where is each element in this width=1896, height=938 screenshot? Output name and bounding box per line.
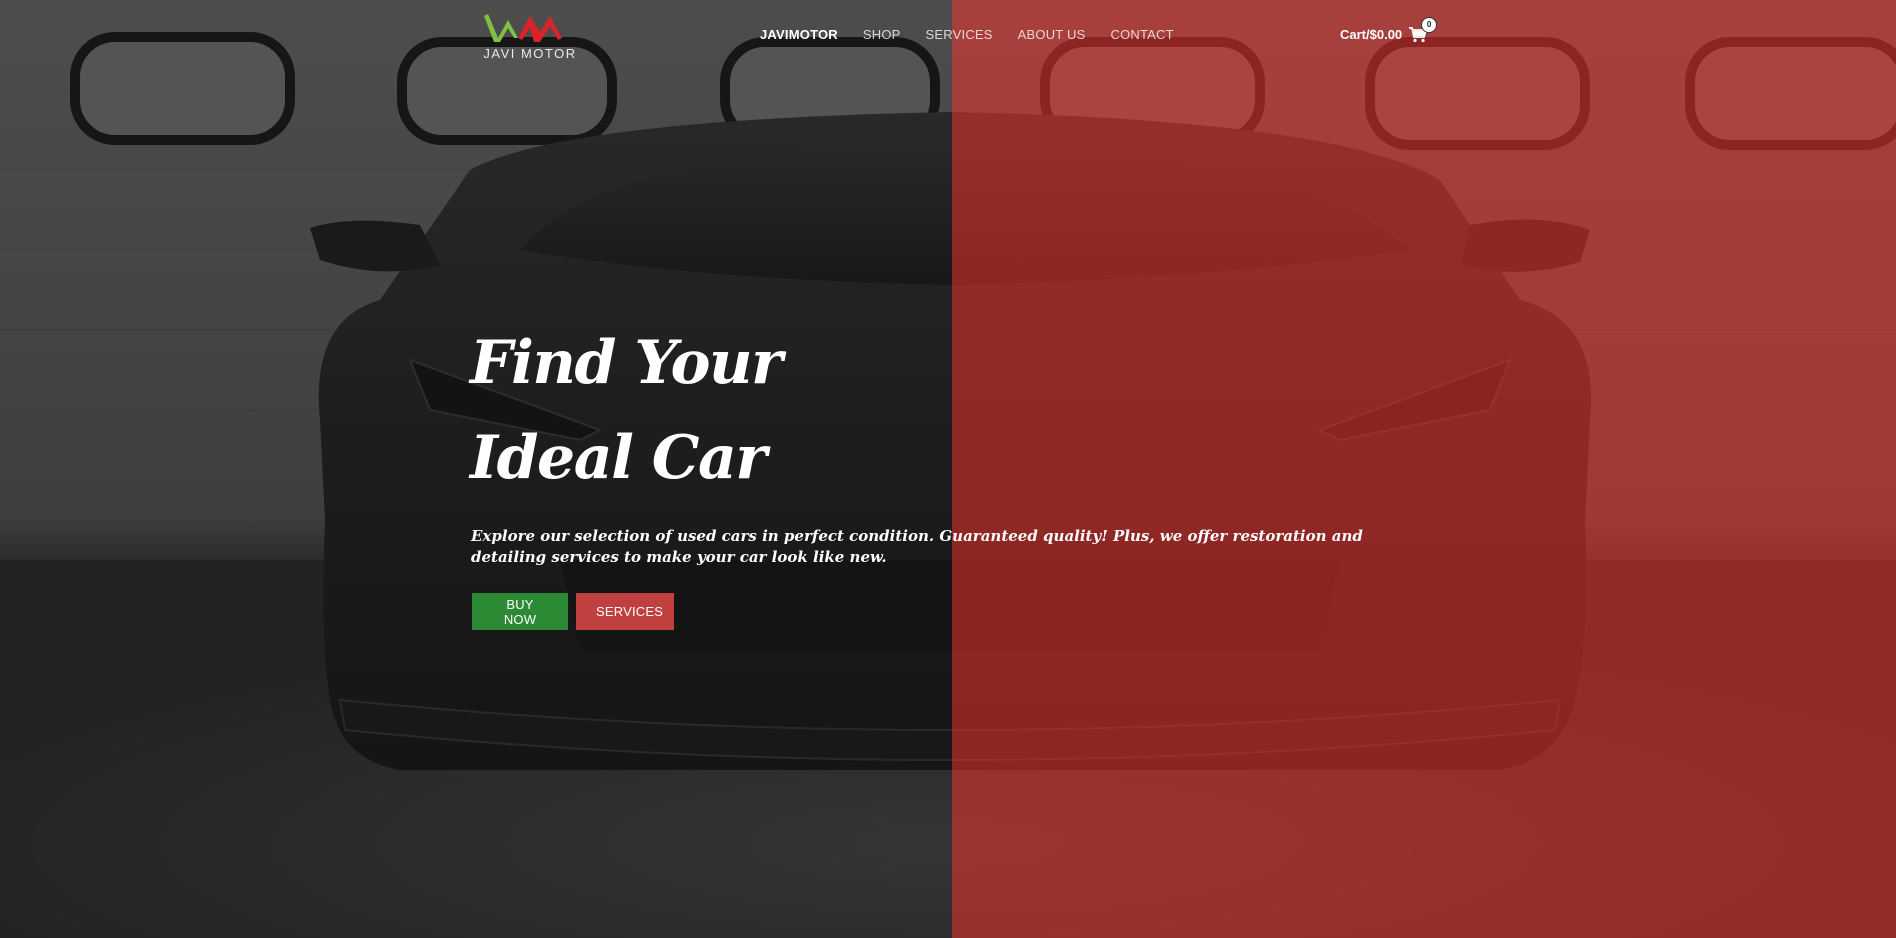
hero-section: JAVI MOTOR JAVIMOTOR SHOP SERVICES ABOUT… — [0, 0, 1896, 938]
nav-item-about-us[interactable]: ABOUT US — [1018, 26, 1086, 44]
main-navigation: JAVIMOTOR SHOP SERVICES ABOUT US CONTACT — [760, 26, 1199, 44]
services-button[interactable]: SERVICES — [576, 593, 674, 630]
nav-item-services[interactable]: SERVICES — [926, 26, 993, 44]
cart-total: Cart/$0.00 — [1340, 27, 1403, 42]
nav-item-shop[interactable]: SHOP — [863, 26, 901, 44]
hero-headline-line-1: Find Your — [470, 328, 783, 398]
nav-item-javimotor[interactable]: JAVIMOTOR — [760, 26, 838, 44]
logo-mark-icon — [484, 14, 562, 42]
hero-background-image — [0, 0, 1896, 938]
hero-headline-line-2: Ideal Car — [470, 423, 767, 493]
logo-text: JAVI MOTOR — [483, 46, 577, 61]
shopping-cart-icon: 0 — [1409, 17, 1438, 43]
hero-subtitle: Explore our selection of used cars in pe… — [471, 527, 1363, 566]
nav-item-contact[interactable]: CONTACT — [1110, 26, 1173, 44]
cart-link[interactable]: Cart/$0.00 0 — [1340, 17, 1438, 44]
javi-motor-logo[interactable]: JAVI MOTOR — [474, 8, 586, 62]
hero-headline: Find Your Ideal Car — [470, 316, 783, 506]
buy-now-button[interactable]: BUY NOW — [472, 593, 568, 630]
